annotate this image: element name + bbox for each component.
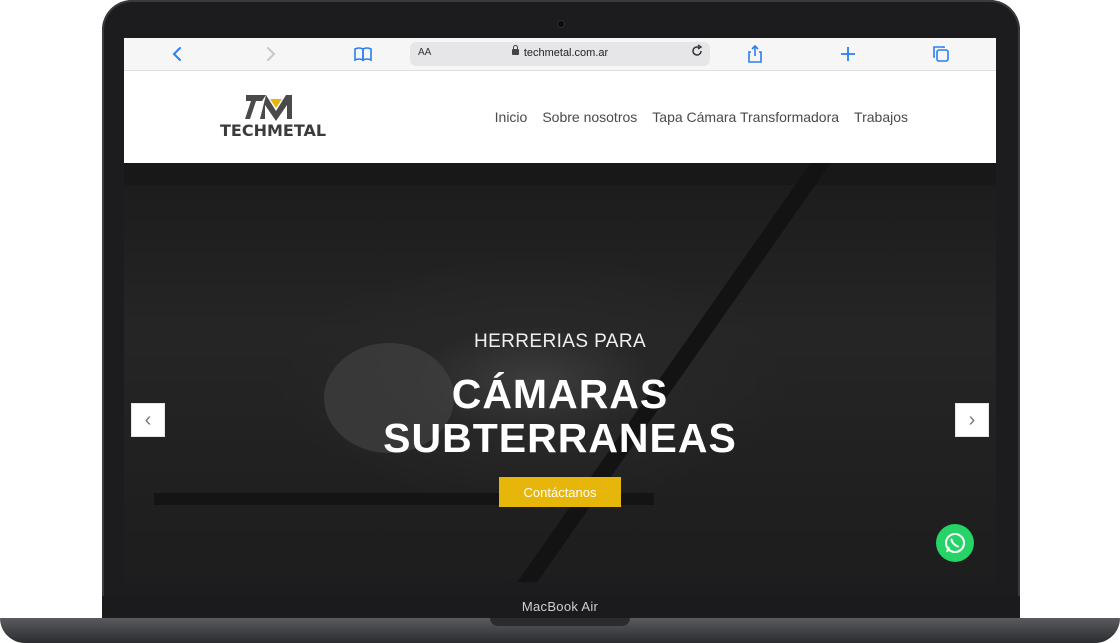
laptop-notch [490, 618, 630, 626]
reload-icon [692, 44, 703, 56]
reload-button[interactable] [690, 44, 704, 61]
url-text: techmetal.com.ar [523, 47, 609, 59]
chevron-right-icon [267, 47, 276, 61]
lock-icon [511, 45, 519, 56]
forward-button[interactable] [260, 44, 280, 64]
nav-item-inicio[interactable]: Inicio [495, 109, 528, 125]
whatsapp-icon [945, 533, 965, 553]
back-button[interactable] [168, 44, 188, 64]
logo-mark-icon [245, 95, 292, 121]
hero-title-line1: CÁMARAS [451, 371, 669, 417]
main-nav: Inicio Sobre nosotros Tapa Cámara Transf… [495, 109, 908, 125]
chevron-left-icon [172, 47, 181, 61]
address-bar[interactable]: AA techmetal.com.ar [410, 42, 710, 66]
hero-slider: HERRERIAS PARA CÁMARAS SUBTERRANEAS Cont… [124, 163, 996, 582]
nav-item-sobre-nosotros[interactable]: Sobre nosotros [542, 109, 637, 125]
site-logo[interactable]: TECHMETAL [220, 93, 330, 145]
slider-next-button[interactable]: › [955, 403, 989, 437]
plus-icon [841, 47, 855, 61]
book-icon [354, 47, 372, 62]
chevron-right-icon: › [968, 409, 976, 431]
whatsapp-button[interactable] [936, 524, 974, 562]
contact-button[interactable]: Contáctanos [499, 477, 621, 507]
logo-text: TECHMETAL [220, 121, 327, 140]
screen: AA techmetal.com.ar TECHMETAL Inicio Sob… [124, 38, 996, 582]
webcam [557, 20, 565, 28]
share-icon [748, 44, 762, 63]
url-display: techmetal.com.ar [410, 45, 710, 59]
nav-item-trabajos[interactable]: Trabajos [854, 109, 908, 125]
share-button[interactable] [745, 44, 765, 64]
site-header: TECHMETAL Inicio Sobre nosotros Tapa Cám… [124, 71, 996, 163]
model-label: MacBook Air [521, 599, 599, 614]
tabs-icon [933, 46, 949, 62]
tabs-button[interactable] [931, 44, 951, 64]
hero-pre-title: HERRERIAS PARA [473, 331, 647, 352]
nav-item-tapa-camara[interactable]: Tapa Cámara Transformadora [652, 109, 839, 125]
bookmarks-button[interactable] [353, 44, 373, 64]
slider-prev-button[interactable]: ‹ [131, 403, 165, 437]
chevron-left-icon: ‹ [144, 409, 152, 431]
new-tab-button[interactable] [838, 44, 858, 64]
hero-title-line2: SUBTERRANEAS [383, 415, 737, 461]
browser-toolbar: AA techmetal.com.ar [124, 38, 996, 71]
